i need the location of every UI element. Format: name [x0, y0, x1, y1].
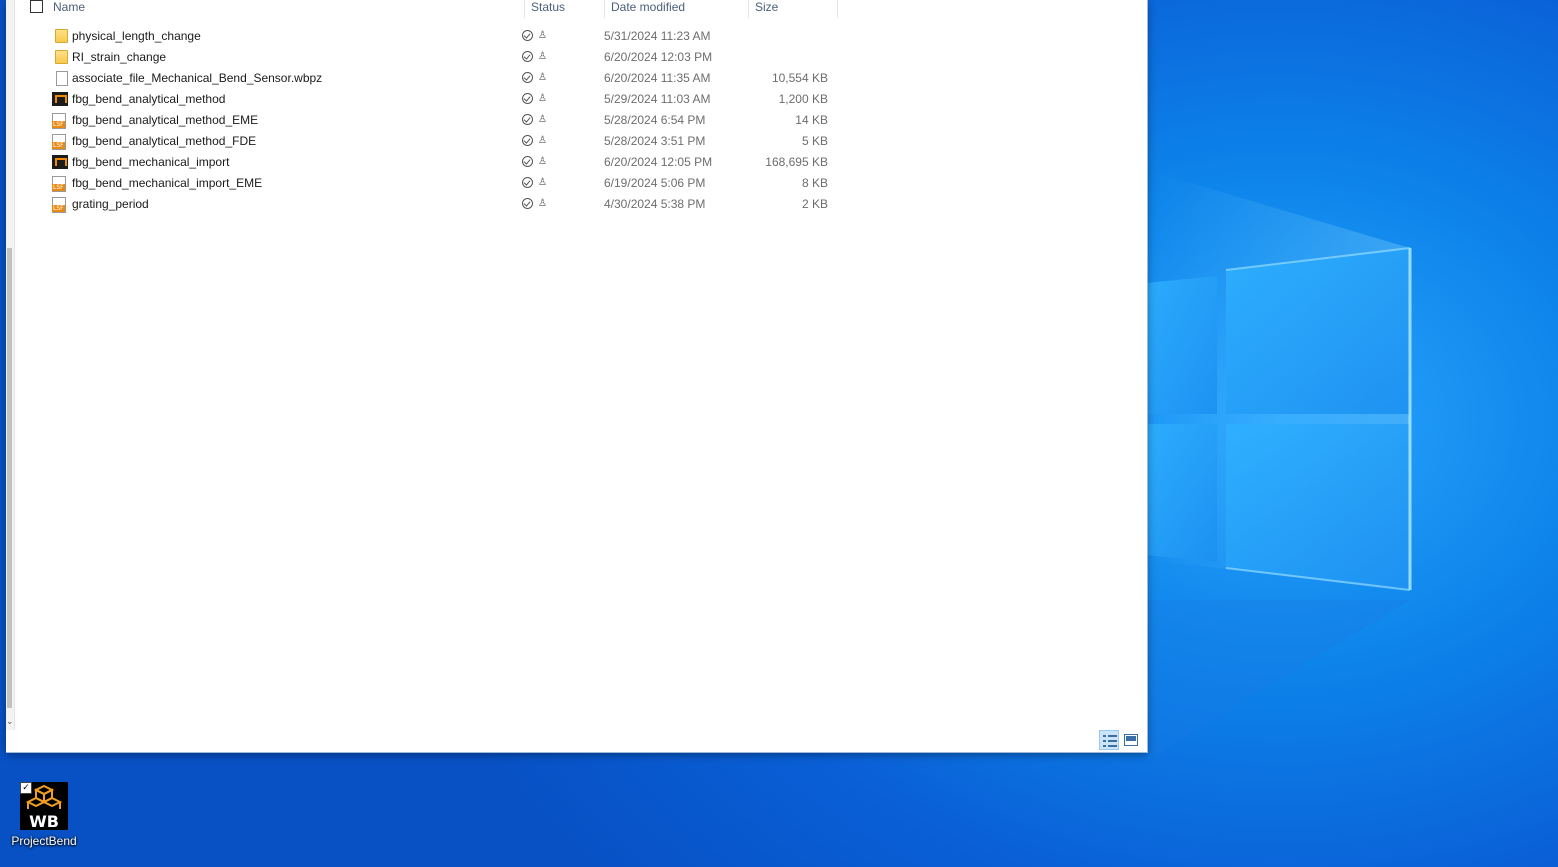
scroll-down-arrow-icon[interactable]: ⌄ [6, 716, 14, 727]
column-header-date-modified[interactable]: Date modified [605, 0, 749, 18]
file-row[interactable]: physical_length_change ♙ 5/31/2024 11:23 A… [14, 25, 838, 46]
file-date-modified: 5/28/2024 6:54 PM [604, 113, 706, 127]
file-date-modified: 6/20/2024 12:03 PM [604, 50, 713, 64]
file-row[interactable]: grating_period ♙ 4/30/2024 5:38 PM 2 KB [14, 193, 838, 214]
file-row[interactable]: RI_strain_change ♙ 6/20/2024 12:03 PM [14, 46, 838, 67]
selection-checkbox[interactable]: ✓ [20, 782, 32, 794]
folder-icon [55, 50, 68, 64]
file-status: ♙ [522, 112, 547, 126]
desktop-shortcut-label: ProjectBend [11, 834, 77, 848]
file-date-modified: 5/31/2024 11:23 AM [604, 29, 711, 43]
file-size: 10,554 KB [771, 71, 828, 85]
details-view-icon [1103, 735, 1117, 747]
shared-person-icon: ♙ [538, 72, 547, 84]
column-header-row: Name Status Date modified Size [14, 0, 838, 18]
file-size: 2 KB [801, 197, 828, 211]
sync-check-icon [522, 198, 533, 210]
file-status: ♙ [522, 70, 547, 84]
select-all-checkbox[interactable] [30, 0, 43, 13]
sync-check-icon [522, 114, 533, 126]
file-row[interactable]: fbg_bend_analytical_method_FDE ♙ 5/28/2024… [14, 130, 838, 151]
file-size: 8 KB [801, 176, 828, 190]
column-header-status[interactable]: Status [525, 0, 605, 18]
file-row[interactable]: fbg_bend_mechanical_import ♙ 6/20/2024 12:… [14, 151, 838, 172]
file-name[interactable]: grating_period [72, 197, 149, 211]
column-header-date-label: Date modified [611, 0, 686, 14]
column-header-status-label: Status [531, 0, 566, 14]
file-list: physical_length_change ♙ 5/31/2024 11:23 A… [14, 25, 838, 214]
sync-check-icon [522, 51, 533, 63]
file-icon [56, 71, 68, 86]
folder-icon [55, 29, 68, 43]
shared-person-icon: ♙ [538, 198, 547, 210]
file-row[interactable]: fbg_bend_analytical_method_EME ♙ 5/28/2024… [14, 109, 838, 130]
file-size: 14 KB [795, 113, 828, 127]
file-status: ♙ [522, 91, 547, 105]
file-status: ♙ [522, 154, 547, 168]
sync-check-icon [522, 30, 533, 42]
sync-check-icon [522, 156, 533, 168]
column-header-size-label: Size [755, 0, 779, 14]
file-date-modified: 6/20/2024 12:05 PM [604, 155, 713, 169]
details-view-button[interactable] [1099, 730, 1119, 750]
file-row[interactable]: fbg_bend_analytical_method ♙ 5/29/2024 11:… [14, 88, 838, 109]
shared-person-icon: ♙ [538, 135, 547, 147]
file-status: ♙ [522, 28, 547, 42]
file-size: 5 KB [801, 134, 828, 148]
column-header-name[interactable]: Name [47, 0, 525, 18]
file-name[interactable]: physical_length_change [72, 29, 201, 43]
file-row[interactable]: fbg_bend_mechanical_import_EME ♙ 6/19/2024… [14, 172, 838, 193]
column-header-name-label: Name [53, 0, 86, 14]
file-size: 1,200 KB [778, 92, 828, 106]
fsp-project-icon [52, 92, 68, 106]
lsf-script-icon [52, 113, 66, 129]
file-name[interactable]: fbg_bend_mechanical_import_EME [72, 176, 262, 190]
file-name[interactable]: associate_file_Mechanical_Bend_Sensor.wb… [72, 71, 322, 85]
file-status: ♙ [522, 175, 547, 189]
file-explorer-window: ⌄ Name Status Date modified Size physica… [6, 0, 1148, 753]
scrollbar-thumb[interactable] [7, 248, 12, 708]
file-name[interactable]: fbg_bend_analytical_method_FDE [72, 134, 256, 148]
file-status: ♙ [522, 133, 547, 147]
shared-person-icon: ♙ [538, 114, 547, 126]
file-name[interactable]: fbg_bend_analytical_method [72, 92, 225, 106]
file-date-modified: 4/30/2024 5:38 PM [604, 197, 706, 211]
file-date-modified: 5/29/2024 11:03 AM [604, 92, 711, 106]
large-icons-view-button[interactable] [1121, 730, 1141, 750]
file-name[interactable]: fbg_bend_analytical_method_EME [72, 113, 258, 127]
file-size: 168,695 KB [765, 155, 828, 169]
fsp-project-icon [52, 155, 68, 169]
desktop-background: ⌄ Name Status Date modified Size physica… [0, 0, 1558, 867]
lsf-script-icon [52, 176, 66, 192]
shared-person-icon: ♙ [538, 30, 547, 42]
file-name[interactable]: fbg_bend_mechanical_import [72, 155, 229, 169]
workbench-project-icon: WB ✓ [20, 782, 68, 831]
shared-person-icon: ♙ [538, 177, 547, 189]
sync-check-icon [522, 135, 533, 147]
large-icons-view-icon [1124, 734, 1138, 746]
shared-person-icon: ♙ [538, 93, 547, 105]
file-row[interactable]: associate_file_Mechanical_Bend_Sensor.wb… [14, 67, 838, 88]
file-date-modified: 5/28/2024 3:51 PM [604, 134, 706, 148]
lsf-script-icon [52, 197, 66, 213]
workbench-badge-text: WB [29, 812, 59, 831]
sync-check-icon [522, 72, 533, 84]
sync-check-icon [522, 177, 533, 189]
file-name[interactable]: RI_strain_change [72, 50, 166, 64]
file-status: ♙ [522, 196, 547, 210]
file-date-modified: 6/20/2024 11:35 AM [604, 71, 711, 85]
sync-check-icon [522, 93, 533, 105]
file-status: ♙ [522, 49, 547, 63]
lsf-script-icon [52, 134, 66, 150]
column-header-size[interactable]: Size [749, 0, 838, 18]
file-date-modified: 6/19/2024 5:06 PM [604, 176, 706, 190]
desktop-shortcut-projectbend[interactable]: WB ✓ ProjectBend [8, 782, 80, 852]
shared-person-icon: ♙ [538, 51, 547, 63]
shared-person-icon: ♙ [538, 156, 547, 168]
